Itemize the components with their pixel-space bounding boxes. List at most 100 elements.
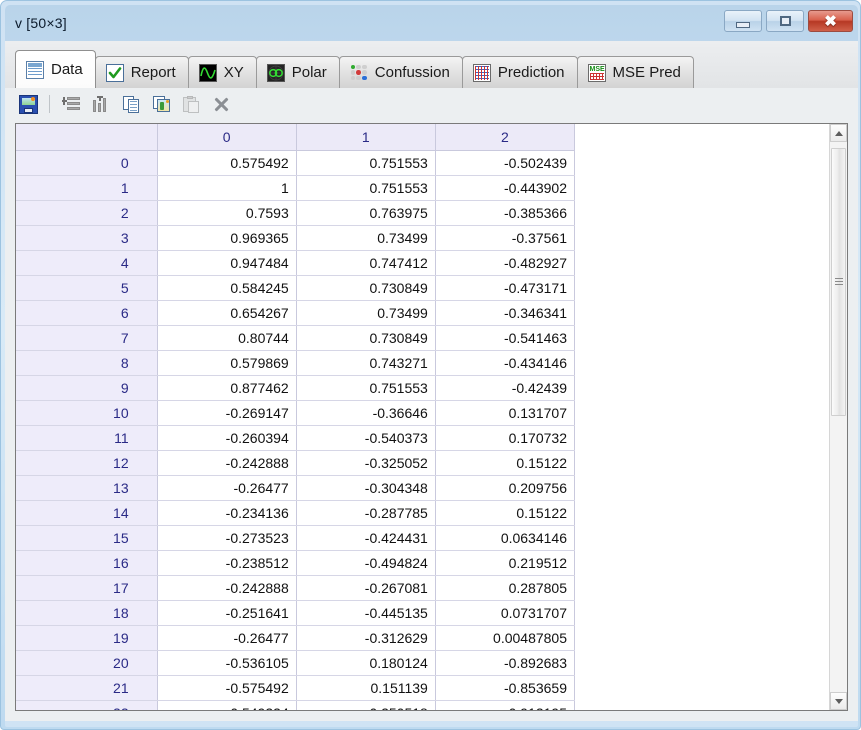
tab-report[interactable]: Report	[94, 56, 189, 88]
tab-confussion[interactable]: Confussion	[338, 56, 463, 88]
cell[interactable]: -0.541463	[435, 325, 576, 351]
table-row[interactable]: 21 -0.575492 0.151139 -0.853659	[16, 675, 576, 701]
copy-image-button[interactable]	[148, 91, 174, 117]
table-row[interactable]: 13 -0.26477 -0.304348 0.209756	[16, 475, 576, 501]
column-header-0[interactable]: 0	[157, 124, 297, 151]
cell[interactable]: 0.15122	[435, 450, 576, 476]
row-header[interactable]: 14	[16, 500, 158, 526]
save-image-button[interactable]	[15, 91, 41, 117]
paste-button[interactable]	[178, 91, 204, 117]
table-row[interactable]: 1 1 0.751553 -0.443902	[16, 175, 576, 201]
insert-rows-button[interactable]	[58, 91, 84, 117]
cell[interactable]: -0.242888	[157, 450, 297, 476]
cell[interactable]: 0.877462	[157, 375, 297, 401]
cell[interactable]: -0.42439	[435, 375, 576, 401]
table-row[interactable]: 11 -0.260394 -0.540373 0.170732	[16, 425, 576, 451]
cell[interactable]: -0.536105	[157, 650, 297, 676]
cell[interactable]: -0.443902	[435, 175, 576, 201]
cell[interactable]: -0.242888	[157, 575, 297, 601]
vertical-scrollbar[interactable]	[829, 124, 847, 710]
grid-corner-header[interactable]	[16, 124, 158, 151]
row-header[interactable]: 10	[16, 400, 158, 426]
cell[interactable]: -0.445135	[296, 600, 436, 626]
row-header[interactable]: 11	[16, 425, 158, 451]
cell[interactable]: 0.250518	[296, 700, 436, 710]
table-row[interactable]: 14 -0.234136 -0.287785 0.15122	[16, 500, 576, 526]
cell[interactable]: 0.00487805	[435, 625, 576, 651]
cell[interactable]: -0.251641	[157, 600, 297, 626]
row-header[interactable]: 17	[16, 575, 158, 601]
row-header[interactable]: 18	[16, 600, 158, 626]
cell[interactable]: 0.751553	[296, 175, 436, 201]
cell[interactable]: 0.0731707	[435, 600, 576, 626]
row-header[interactable]: 0	[16, 150, 158, 176]
row-header[interactable]: 21	[16, 675, 158, 701]
cell[interactable]: -0.267081	[296, 575, 436, 601]
cell[interactable]: 0.730849	[296, 325, 436, 351]
row-header[interactable]: 12	[16, 450, 158, 476]
cell[interactable]: -0.260394	[157, 425, 297, 451]
table-row[interactable]: 7 0.80744 0.730849 -0.541463	[16, 325, 576, 351]
cell[interactable]: 0.131707	[435, 400, 576, 426]
scroll-down-button[interactable]	[830, 692, 847, 710]
cell[interactable]: -0.473171	[435, 275, 576, 301]
table-row[interactable]: 17 -0.242888 -0.267081 0.287805	[16, 575, 576, 601]
cell[interactable]: -0.575492	[157, 675, 297, 701]
cell[interactable]: -0.434146	[435, 350, 576, 376]
cell[interactable]: -0.269147	[157, 400, 297, 426]
cell[interactable]: 0.0634146	[435, 525, 576, 551]
cell[interactable]: -0.304348	[296, 475, 436, 501]
cell[interactable]: -0.853659	[435, 675, 576, 701]
table-row[interactable]: 6 0.654267 0.73499 -0.346341	[16, 300, 576, 326]
row-header[interactable]: 5	[16, 275, 158, 301]
cell[interactable]: -0.287785	[296, 500, 436, 526]
title-bar[interactable]: v [50×3] ✖	[5, 5, 858, 41]
cell[interactable]: -0.238512	[157, 550, 297, 576]
cell[interactable]: -0.37561	[435, 225, 576, 251]
cell[interactable]: 0.209756	[435, 475, 576, 501]
cell[interactable]: -0.892683	[435, 650, 576, 676]
table-row[interactable]: 8 0.579869 0.743271 -0.434146	[16, 350, 576, 376]
table-row[interactable]: 5 0.584245 0.730849 -0.473171	[16, 275, 576, 301]
cell[interactable]: 0.219512	[435, 550, 576, 576]
cell[interactable]: -0.540373	[296, 425, 436, 451]
row-header[interactable]: 20	[16, 650, 158, 676]
row-header[interactable]: 16	[16, 550, 158, 576]
table-row[interactable]: 9 0.877462 0.751553 -0.42439	[16, 375, 576, 401]
cell[interactable]: -0.502439	[435, 150, 576, 176]
cell[interactable]: 0.170732	[435, 425, 576, 451]
row-header[interactable]: 15	[16, 525, 158, 551]
table-row[interactable]: 0 0.575492 0.751553 -0.502439	[16, 150, 576, 176]
cell[interactable]: 1	[157, 175, 297, 201]
cell[interactable]: -0.912195	[435, 700, 576, 710]
cell[interactable]: 0.947484	[157, 250, 297, 276]
cell[interactable]: -0.325052	[296, 450, 436, 476]
cell[interactable]: -0.549234	[157, 700, 297, 710]
tab-xy[interactable]: XY	[187, 56, 257, 88]
cell[interactable]: 0.7593	[157, 200, 297, 226]
cell[interactable]: -0.385366	[435, 200, 576, 226]
cell[interactable]: -0.482927	[435, 250, 576, 276]
cell[interactable]: -0.312629	[296, 625, 436, 651]
data-grid-viewport[interactable]: 0 1 2 0 0.575492 0.751553 -0.502439 1 1 0.751…	[16, 124, 829, 710]
columns-button[interactable]	[88, 91, 114, 117]
table-row[interactable]: 15 -0.273523 -0.424431 0.0634146	[16, 525, 576, 551]
table-row[interactable]: 2 0.7593 0.763975 -0.385366	[16, 200, 576, 226]
cell[interactable]: 0.763975	[296, 200, 436, 226]
row-header[interactable]: 1	[16, 175, 158, 201]
cell[interactable]: -0.273523	[157, 525, 297, 551]
column-header-2[interactable]: 2	[435, 124, 576, 151]
cell[interactable]: 0.751553	[296, 375, 436, 401]
row-header[interactable]: 4	[16, 250, 158, 276]
cell[interactable]: 0.287805	[435, 575, 576, 601]
copy-button[interactable]	[118, 91, 144, 117]
cell[interactable]: 0.73499	[296, 225, 436, 251]
tab-polar[interactable]: Polar	[255, 56, 340, 88]
cell[interactable]: 0.584245	[157, 275, 297, 301]
cell[interactable]: -0.234136	[157, 500, 297, 526]
row-header[interactable]: 2	[16, 200, 158, 226]
table-row[interactable]: 4 0.947484 0.747412 -0.482927	[16, 250, 576, 276]
scrollbar-thumb[interactable]	[831, 148, 846, 416]
cell[interactable]: 0.743271	[296, 350, 436, 376]
row-header[interactable]: 3	[16, 225, 158, 251]
